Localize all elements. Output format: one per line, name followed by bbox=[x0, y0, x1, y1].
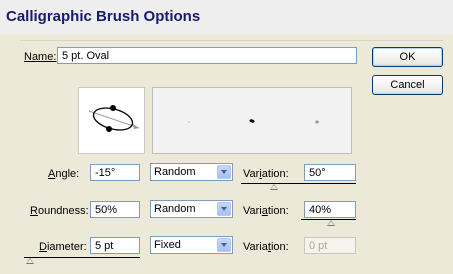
roundness-mode-select[interactable]: Random bbox=[150, 200, 233, 218]
preview-dots-icon bbox=[187, 119, 319, 124]
diameter-mode-value: Fixed bbox=[154, 239, 181, 251]
diameter-mode-select[interactable]: Fixed bbox=[150, 236, 233, 254]
angle-mode-select[interactable]: Random bbox=[150, 163, 233, 181]
roundness-variation-input[interactable]: 40% bbox=[304, 201, 356, 218]
diameter-variation-label: Variation: bbox=[243, 241, 289, 253]
dialog-title: Calligraphic Brush Options bbox=[6, 8, 201, 25]
diameter-slider-track[interactable] bbox=[24, 257, 140, 258]
diameter-variation-input: 0 pt bbox=[304, 237, 356, 254]
chevron-down-icon[interactable] bbox=[217, 238, 231, 252]
diameter-input[interactable]: 5 pt bbox=[90, 237, 140, 254]
diameter-label: Diameter: bbox=[39, 241, 87, 253]
chevron-down-icon[interactable] bbox=[217, 165, 231, 179]
name-input[interactable]: 5 pt. Oval bbox=[57, 47, 357, 64]
roundness-variation-label: Variation: bbox=[243, 205, 289, 217]
chevron-down-icon[interactable] bbox=[217, 202, 231, 216]
diameter-slider-handle[interactable] bbox=[26, 258, 34, 264]
angle-variation-slider-track[interactable] bbox=[241, 183, 356, 184]
angle-input[interactable]: -15° bbox=[90, 164, 140, 181]
separator bbox=[20, 40, 443, 41]
roundness-variation-slider-handle[interactable] bbox=[327, 220, 335, 226]
ok-button[interactable]: OK bbox=[372, 47, 443, 67]
title-bar: Calligraphic Brush Options bbox=[0, 0, 453, 35]
angle-variation-input[interactable]: 50° bbox=[304, 164, 356, 181]
angle-variation-label: Variation: bbox=[243, 168, 289, 180]
brush-ellipse-icon bbox=[88, 105, 140, 132]
name-label: Name: bbox=[24, 51, 57, 63]
roundness-input[interactable]: 50% bbox=[90, 201, 140, 218]
angle-variation-slider-handle[interactable] bbox=[270, 184, 278, 190]
brush-variation-preview bbox=[152, 87, 352, 154]
brush-shape-editor[interactable] bbox=[78, 87, 145, 154]
cancel-button[interactable]: Cancel bbox=[372, 75, 443, 95]
roundness-mode-value: Random bbox=[154, 203, 196, 215]
angle-label: Angle: bbox=[48, 168, 80, 180]
roundness-label: Roundness: bbox=[30, 205, 89, 217]
angle-mode-value: Random bbox=[154, 166, 196, 178]
